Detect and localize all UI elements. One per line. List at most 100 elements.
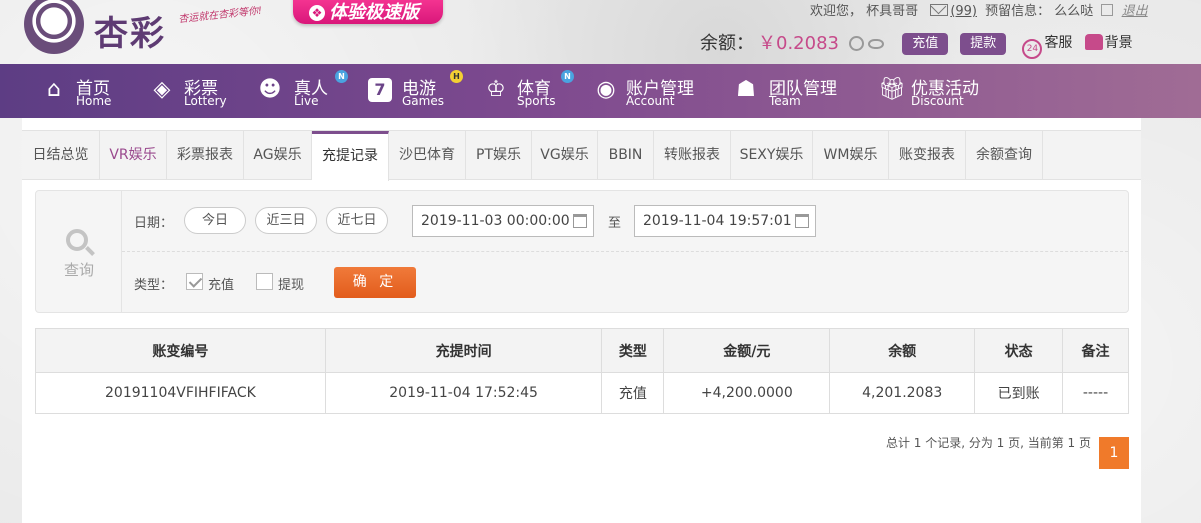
nav-team[interactable]: ☗ 团队管理 Team: [734, 64, 844, 118]
team-icon: ☗: [736, 77, 756, 102]
nav-sublabel: Lottery: [184, 94, 227, 108]
confirm-button[interactable]: 确 定: [334, 267, 416, 298]
col-type: 类型: [601, 328, 665, 373]
deposit-button[interactable]: 充值: [902, 33, 949, 55]
tab-saba-sports[interactable]: 沙巴体育: [389, 131, 466, 180]
cell-remark: -----: [1062, 372, 1129, 414]
dealer-icon: ☻: [258, 77, 282, 102]
content-panel: 日结总览 VR娱乐 彩票报表 AG娱乐 充提记录 沙巴体育 PT娱乐 VG娱乐 …: [22, 118, 1141, 523]
nav-discount[interactable]: 🎁︎ 优惠活动 Discount: [878, 64, 988, 118]
col-time: 充提时间: [324, 328, 603, 373]
end-date-input[interactable]: 2019-11-04 19:57:01: [634, 205, 816, 237]
promo-label: 体验极速版: [329, 2, 419, 23]
nav-sublabel: Sports: [517, 94, 556, 108]
nav-games[interactable]: 7 电游 Games H: [368, 64, 468, 118]
tab-ag[interactable]: AG娱乐: [244, 131, 312, 180]
main-nav: ⌂ 首页 Home ◈ 彩票 Lottery ☻ 真人 Live N 7 电游 …: [0, 64, 1201, 118]
cell-amount: +4,200.0000: [663, 372, 831, 414]
tab-account-change[interactable]: 账变报表: [889, 131, 966, 180]
nav-sports[interactable]: ♔ 体育 Sports N: [484, 64, 584, 118]
tab-transfer-report[interactable]: 转账报表: [654, 131, 731, 180]
nav-live[interactable]: ☻ 真人 Live N: [258, 64, 350, 118]
logout-link[interactable]: 退出: [1122, 4, 1148, 19]
page-1-button[interactable]: 1: [1099, 437, 1129, 469]
tab-wm[interactable]: WM娱乐: [813, 131, 889, 180]
deposit-checkbox-label: 充值: [208, 278, 235, 293]
shirt-icon: [1084, 34, 1103, 50]
headset-icon: 24: [1022, 39, 1043, 59]
table-header-row: 账变编号 充提时间 类型 金额/元 余额 状态 备注: [35, 328, 1129, 373]
logo-icon[interactable]: [24, 0, 84, 54]
range-3days-button[interactable]: 近三日: [255, 207, 317, 234]
range-today-button[interactable]: 今日: [184, 207, 246, 234]
deposit-checkbox[interactable]: [186, 273, 203, 290]
home-icon: ⌂: [47, 77, 61, 102]
tab-pt[interactable]: PT娱乐: [466, 131, 532, 180]
tab-vr[interactable]: VR娱乐: [100, 131, 167, 180]
balance-label: 余额：: [700, 33, 754, 54]
nav-lottery[interactable]: ◈ 彩票 Lottery: [150, 64, 240, 118]
header: 杏彩 杏运就在杏彩等你! ❖ 体验极速版 欢迎您， 杯具哥哥 (99) 预留信息：…: [0, 0, 1201, 64]
promo-icon: ❖: [309, 5, 325, 21]
cell-time: 2019-11-04 17:52:45: [324, 372, 603, 414]
hide-balance-icon[interactable]: [868, 39, 885, 49]
cell-status: 已到账: [974, 372, 1064, 414]
tab-balance-query[interactable]: 余额查询: [966, 131, 1043, 180]
query-label: 查询: [63, 261, 94, 279]
query-side: 查询: [36, 191, 122, 312]
withdraw-button[interactable]: 提款: [960, 33, 1007, 55]
nav-sublabel: Live: [294, 94, 319, 108]
slot-seven-icon: 7: [368, 78, 392, 102]
table-row: 20191104VFIHFIFACK 2019-11-04 17:52:45 充…: [35, 372, 1129, 414]
refresh-icon[interactable]: [849, 36, 865, 51]
new-badge: N: [561, 70, 574, 83]
nav-sublabel: Games: [402, 94, 444, 108]
edit-icon[interactable]: [1101, 4, 1114, 16]
gift-icon: 🎁︎: [878, 77, 906, 102]
promo-button[interactable]: ❖ 体验极速版: [293, 0, 443, 24]
col-id: 账变编号: [35, 328, 326, 373]
query-form: 查询 日期： 今日 近三日 近七日 2019-11-03 00:00:00 至 …: [35, 190, 1129, 313]
mail-icon[interactable]: [930, 4, 949, 16]
reserve-text: 么么哒: [1054, 4, 1094, 19]
nav-sublabel: Team: [769, 94, 801, 108]
date-row: 日期： 今日 近三日 近七日 2019-11-03 00:00:00 至 201…: [122, 191, 1128, 252]
pagination-summary: 总计 1 个记录, 分为 1 页, 当前第 1 页: [885, 436, 1091, 450]
brand-slogan: 杏运就在杏彩等你!: [177, 5, 263, 26]
col-balance: 余额: [829, 328, 976, 373]
cell-id: 20191104VFIHFIFACK: [35, 372, 326, 414]
user-bar: 欢迎您， 杯具哥哥 (99) 预留信息： 么么哒 退出: [810, 0, 1148, 19]
tab-daily-overview[interactable]: 日结总览: [22, 131, 100, 180]
range-7days-button[interactable]: 近七日: [326, 207, 388, 234]
nav-home[interactable]: ⌂ 首页 Home: [42, 64, 132, 118]
brand-name[interactable]: 杏彩: [94, 6, 166, 55]
tab-sexy[interactable]: SEXY娱乐: [731, 131, 813, 180]
col-status: 状态: [974, 328, 1064, 373]
end-date-value: 2019-11-04 19:57:01: [643, 213, 792, 229]
pagination: 总计 1 个记录, 分为 1 页, 当前第 1 页 1: [886, 434, 1129, 469]
new-badge: N: [335, 70, 348, 83]
withdraw-checkbox-label: 提现: [278, 278, 305, 293]
background-button[interactable]: 背景: [1084, 32, 1133, 52]
start-date-input[interactable]: 2019-11-03 00:00:00: [412, 205, 594, 237]
calendar-icon[interactable]: [573, 214, 587, 228]
message-count[interactable]: (99): [950, 4, 977, 19]
date-label: 日期：: [134, 216, 174, 231]
cell-type: 充值: [601, 372, 665, 414]
search-icon: [66, 229, 88, 251]
col-amount: 金额/元: [663, 328, 831, 373]
nav-sublabel: Account: [626, 94, 675, 108]
tab-vg[interactable]: VG娱乐: [532, 131, 598, 180]
calendar-icon[interactable]: [795, 214, 809, 228]
start-date-value: 2019-11-03 00:00:00: [421, 213, 570, 229]
report-tabs: 日结总览 VR娱乐 彩票报表 AG娱乐 充提记录 沙巴体育 PT娱乐 VG娱乐 …: [22, 130, 1141, 181]
hot-badge: H: [450, 70, 463, 83]
tab-lottery-report[interactable]: 彩票报表: [167, 131, 244, 180]
tab-bbin[interactable]: BBIN: [598, 131, 654, 180]
trophy-icon: ♔: [486, 77, 506, 102]
nav-account[interactable]: ◉ 账户管理 Account: [594, 64, 704, 118]
tab-deposit-withdraw[interactable]: 充提记录: [312, 131, 389, 181]
records-table: 账变编号 充提时间 类型 金额/元 余额 状态 备注 20191104VFIHF…: [35, 328, 1129, 414]
withdraw-checkbox[interactable]: [256, 273, 273, 290]
customer-service-button[interactable]: 24 客服: [1022, 32, 1072, 59]
